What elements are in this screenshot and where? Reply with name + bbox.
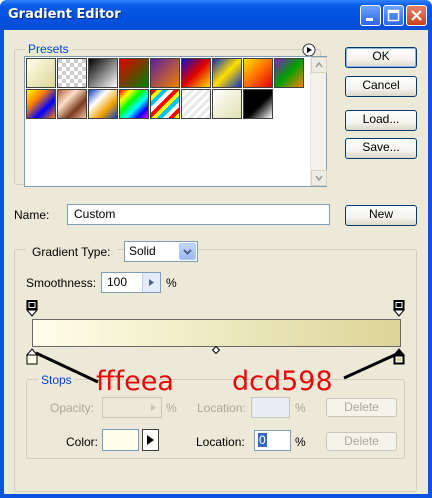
stops-label: Stops [38,373,75,387]
opacity-location-unit: % [295,401,306,415]
dialog-body: Presets OK Cancel Load... Save... Name: … [4,30,428,494]
preset-swatch[interactable] [57,89,87,119]
opacity-location-field[interactable] [251,397,290,418]
smoothness-slider-button[interactable] [142,273,160,292]
annotation-right-color: dcd598 [232,366,333,397]
preset-swatch[interactable] [274,58,304,88]
preset-swatch[interactable] [243,58,273,88]
gradient-type-select[interactable]: Solid [124,241,198,262]
close-icon [411,10,422,21]
color-location-label: Location: [196,435,245,449]
preset-swatch[interactable] [243,89,273,119]
smoothness-label: Smoothness: [26,276,97,290]
gradient-type-label: Gradient Type: [26,245,117,259]
color-stop-left[interactable] [26,348,38,365]
preset-swatch[interactable] [119,58,149,88]
smoothness-value: 100 [107,275,128,289]
maximize-button[interactable] [383,5,404,26]
opacity-slider-icon[interactable] [145,398,162,417]
triangle-right-icon [147,435,154,445]
color-swatch[interactable] [102,429,139,451]
smoothness-field[interactable]: 100 [101,272,161,293]
opacity-delete-button[interactable]: Delete [326,398,397,417]
preset-swatch[interactable] [26,58,56,88]
preset-swatch[interactable] [88,58,118,88]
preset-swatch[interactable] [181,89,211,119]
preset-swatch-list[interactable] [24,56,327,187]
minimize-icon [366,18,373,21]
scroll-down-button[interactable] [311,170,327,186]
title-bar[interactable]: Gradient Editor [0,0,432,30]
name-label: Name: [14,208,50,222]
midpoint-diamond[interactable] [212,346,220,354]
preset-scrollbar[interactable] [310,57,327,186]
scroll-up-icon [315,61,323,68]
preset-swatch[interactable] [212,89,242,119]
color-picker-button[interactable] [142,429,159,451]
color-stop-right[interactable] [393,348,405,365]
opacity-unit: % [166,401,177,415]
presets-group: Presets [14,42,327,187]
opacity-stop-right[interactable] [393,300,405,317]
color-location-field[interactable]: 0 [254,430,291,451]
new-button[interactable]: New [345,205,417,226]
chevron-down-icon [183,249,192,255]
opacity-location-label: Location: [197,401,246,415]
smoothness-unit: % [166,276,177,290]
save-button[interactable]: Save... [345,138,417,159]
color-delete-button[interactable]: Delete [326,432,397,451]
gradient-preview-bar[interactable] [32,319,401,347]
name-field[interactable]: Custom [67,204,330,225]
preset-swatch[interactable] [88,89,118,119]
opacity-label: Opacity: [50,401,95,415]
color-label: Color: [66,435,99,449]
dropdown-button[interactable] [179,243,196,260]
maximize-icon [387,9,400,22]
color-location-unit: % [295,435,306,449]
preset-swatch[interactable] [150,89,180,119]
color-location-value: 0 [258,433,267,447]
gradient-type-value: Solid [129,244,156,258]
preset-swatch[interactable] [119,89,149,119]
preset-swatch[interactable] [26,89,56,119]
preset-swatch[interactable] [212,58,242,88]
close-button[interactable] [406,5,427,26]
window-title: Gradient Editor [8,7,121,22]
preset-swatch[interactable] [57,58,87,88]
ok-button[interactable]: OK [345,47,417,68]
cancel-button[interactable]: Cancel [345,76,417,97]
minimize-button[interactable] [360,5,381,26]
load-button[interactable]: Load... [345,110,417,131]
gradient-editor-window: Gradient Editor Presets OK Cancel Load..… [0,0,432,498]
scroll-up-button[interactable] [311,57,327,73]
flyout-menu-icon[interactable] [302,43,316,57]
triangle-right-icon [149,279,154,286]
opacity-stop-left[interactable] [26,300,38,317]
preset-swatch[interactable] [181,58,211,88]
preset-swatch[interactable] [150,58,180,88]
scroll-down-icon [315,175,323,182]
annotation-left-color: fffeea [96,366,174,397]
presets-label: Presets [25,42,72,56]
